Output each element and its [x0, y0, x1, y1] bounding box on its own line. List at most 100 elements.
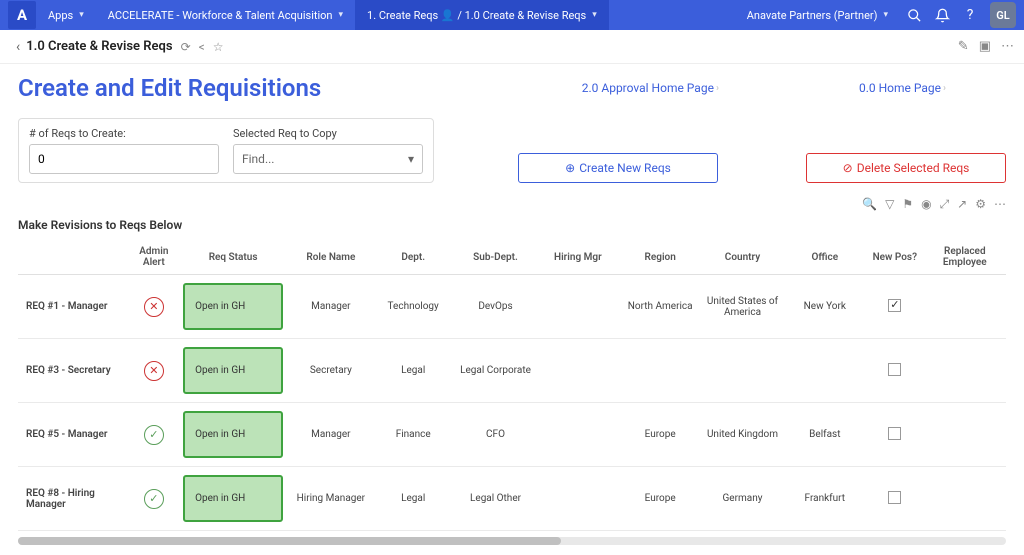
- role-cell[interactable]: Manager: [290, 403, 372, 467]
- search-icon[interactable]: [900, 1, 928, 29]
- new-pos-checkbox[interactable]: [888, 491, 901, 504]
- home-page-link[interactable]: 0.0 Home Page ›: [859, 81, 946, 95]
- col-dept[interactable]: Dept.: [372, 240, 454, 275]
- dept-cell[interactable]: Finance: [372, 403, 454, 467]
- notifications-icon[interactable]: [928, 1, 956, 29]
- grid-flag-icon[interactable]: ⚑: [902, 197, 913, 212]
- reqs-count-input[interactable]: [29, 144, 219, 174]
- replaced-cell[interactable]: [924, 275, 1006, 339]
- dept-cell[interactable]: Legal: [372, 467, 454, 531]
- grid-toolbar: 🔍 ▽ ⚑ ◉ ⤢ ↗ ⚙ ⋯: [18, 197, 1006, 212]
- status-chip[interactable]: Open in GH: [183, 475, 283, 522]
- copy-req-select[interactable]: Find... ▾: [233, 144, 423, 174]
- role-cell[interactable]: Hiring Manager: [290, 467, 372, 531]
- create-reqs-button[interactable]: ⊕ Create New Reqs: [518, 153, 718, 183]
- grid-export-icon[interactable]: ↗: [957, 197, 967, 212]
- sub-dept-cell[interactable]: Legal Corporate: [454, 339, 536, 403]
- workspace-menu[interactable]: ACCELERATE - Workforce & Talent Acquisit…: [96, 0, 355, 30]
- replaced-cell[interactable]: [924, 339, 1006, 403]
- chevron-down-icon: ▾: [79, 10, 84, 20]
- col-country[interactable]: Country: [701, 240, 783, 275]
- delete-reqs-button[interactable]: ⊘ Delete Selected Reqs: [806, 153, 1006, 183]
- col-new-pos[interactable]: New Pos?: [866, 240, 924, 275]
- edit-icon[interactable]: ✎: [958, 39, 969, 54]
- global-nav: A Apps ▾ ACCELERATE - Workforce & Talent…: [0, 0, 1024, 30]
- grid-settings-icon[interactable]: ⚙: [975, 197, 986, 212]
- col-req-status[interactable]: Req Status: [176, 240, 289, 275]
- hiring-mgr-cell[interactable]: [537, 275, 619, 339]
- country-cell[interactable]: [701, 339, 783, 403]
- approval-home-link[interactable]: 2.0 Approval Home Page ›: [582, 81, 719, 95]
- page-title: 1.0 Create & Revise Reqs: [26, 39, 172, 54]
- country-cell[interactable]: United States of America: [701, 275, 783, 339]
- new-pos-checkbox[interactable]: [888, 299, 901, 312]
- replaced-cell[interactable]: [924, 403, 1006, 467]
- status-chip[interactable]: Open in GH: [183, 283, 283, 330]
- status-chip[interactable]: Open in GH: [183, 347, 283, 394]
- sub-dept-cell[interactable]: Legal Other: [454, 467, 536, 531]
- comment-icon[interactable]: ▣: [979, 39, 991, 54]
- grid-search-icon[interactable]: 🔍: [862, 197, 877, 212]
- chevron-right-icon: ›: [943, 83, 946, 94]
- reqs-table: Admin Alert Req Status Role Name Dept. S…: [18, 240, 1006, 531]
- dept-cell[interactable]: Technology: [372, 275, 454, 339]
- grid-expand-icon[interactable]: ⤢: [940, 197, 950, 212]
- col-replaced[interactable]: Replaced Employee: [924, 240, 1006, 275]
- region-cell[interactable]: Europe: [619, 403, 701, 467]
- row-id: REQ #5 - Manager: [18, 403, 131, 467]
- create-reqs-label: Create New Reqs: [579, 161, 671, 175]
- refresh-icon[interactable]: ⟳: [181, 40, 191, 54]
- replaced-cell[interactable]: [924, 467, 1006, 531]
- region-cell[interactable]: Europe: [619, 467, 701, 531]
- account-label: Anavate Partners (Partner): [747, 9, 878, 22]
- app-logo[interactable]: A: [8, 1, 36, 29]
- table-row[interactable]: REQ #3 - Secretary✕Open in GHSecretaryLe…: [18, 339, 1006, 403]
- col-office[interactable]: Office: [784, 240, 866, 275]
- apps-menu[interactable]: Apps ▾: [36, 0, 96, 30]
- scrollbar-thumb[interactable]: [18, 537, 561, 545]
- grid-view-icon[interactable]: ◉: [921, 197, 931, 212]
- col-region[interactable]: Region: [619, 240, 701, 275]
- office-cell[interactable]: Belfast: [784, 403, 866, 467]
- office-cell[interactable]: New York: [784, 275, 866, 339]
- grid-filter-icon[interactable]: ▽: [885, 197, 894, 212]
- col-admin-alert[interactable]: Admin Alert: [131, 240, 176, 275]
- hiring-mgr-cell[interactable]: [537, 403, 619, 467]
- hiring-mgr-cell[interactable]: [537, 339, 619, 403]
- dept-cell[interactable]: Legal: [372, 339, 454, 403]
- country-cell[interactable]: Germany: [701, 467, 783, 531]
- horizontal-scrollbar[interactable]: [18, 537, 1006, 545]
- breadcrumb-tab[interactable]: 1. Create Reqs 👤 / 1.0 Create & Revise R…: [355, 0, 609, 30]
- hiring-mgr-cell[interactable]: [537, 467, 619, 531]
- page-content: Create and Edit Requisitions 2.0 Approva…: [0, 64, 1024, 555]
- row-id: REQ #1 - Manager: [18, 275, 131, 339]
- approval-home-label: 2.0 Approval Home Page: [582, 81, 714, 95]
- sub-dept-cell[interactable]: DevOps: [454, 275, 536, 339]
- table-row[interactable]: REQ #1 - Manager✕Open in GHManagerTechno…: [18, 275, 1006, 339]
- account-menu[interactable]: Anavate Partners (Partner) ▾: [735, 0, 900, 30]
- office-cell[interactable]: Frankfurt: [784, 467, 866, 531]
- back-button[interactable]: ‹: [10, 39, 26, 55]
- share-icon[interactable]: <: [199, 40, 205, 54]
- role-cell[interactable]: Secretary: [290, 339, 372, 403]
- office-cell[interactable]: [784, 339, 866, 403]
- star-icon[interactable]: ☆: [213, 40, 224, 54]
- new-pos-checkbox[interactable]: [888, 427, 901, 440]
- role-cell[interactable]: Manager: [290, 275, 372, 339]
- status-chip[interactable]: Open in GH: [183, 411, 283, 458]
- user-avatar[interactable]: GL: [990, 2, 1016, 28]
- help-icon[interactable]: ?: [956, 1, 984, 29]
- region-cell[interactable]: North America: [619, 275, 701, 339]
- country-cell[interactable]: United Kingdom: [701, 403, 783, 467]
- col-role-name[interactable]: Role Name: [290, 240, 372, 275]
- table-row[interactable]: REQ #8 - Hiring Manager✓Open in GHHiring…: [18, 467, 1006, 531]
- region-cell[interactable]: [619, 339, 701, 403]
- sub-dept-cell[interactable]: CFO: [454, 403, 536, 467]
- more-icon[interactable]: ⋯: [1001, 39, 1014, 54]
- page-heading: Create and Edit Requisitions: [18, 74, 321, 102]
- new-pos-checkbox[interactable]: [888, 363, 901, 376]
- table-row[interactable]: REQ #5 - Manager✓Open in GHManagerFinanc…: [18, 403, 1006, 467]
- col-hiring-mgr[interactable]: Hiring Mgr: [537, 240, 619, 275]
- grid-more-icon[interactable]: ⋯: [994, 197, 1006, 212]
- col-sub-dept[interactable]: Sub-Dept.: [454, 240, 536, 275]
